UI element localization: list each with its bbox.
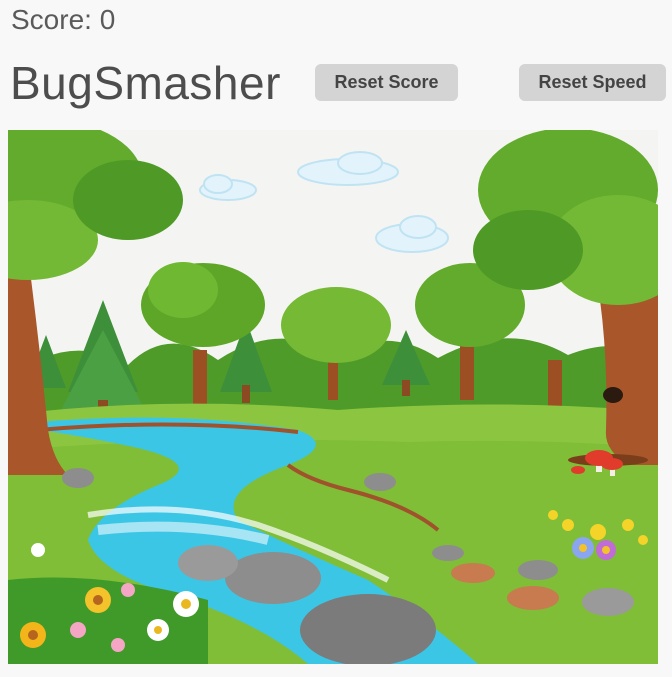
- forest-background: [8, 130, 658, 664]
- score-display: Score: 0: [11, 4, 116, 35]
- game-canvas[interactable]: [8, 130, 658, 664]
- reset-score-button[interactable]: Reset Score: [315, 64, 458, 101]
- game-title: BugSmasher: [10, 57, 281, 109]
- reset-speed-button[interactable]: Reset Speed: [519, 64, 666, 101]
